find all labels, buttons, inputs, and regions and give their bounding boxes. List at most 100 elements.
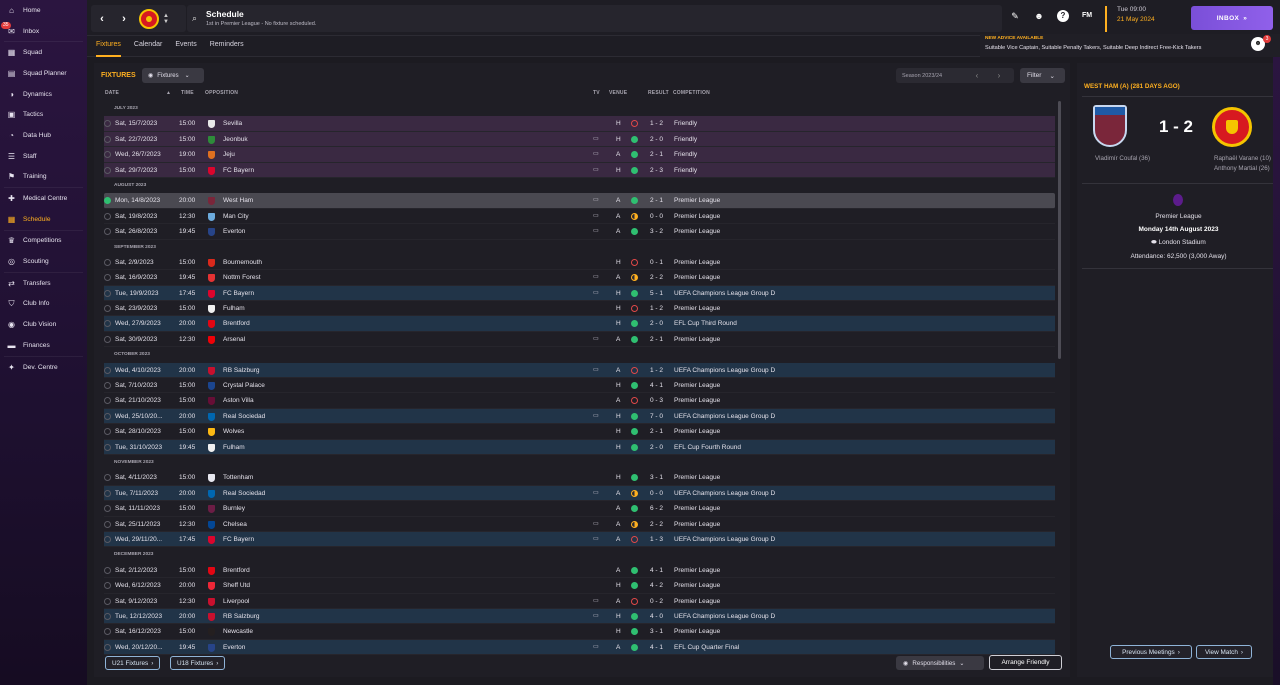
search-bar[interactable]: ⌕ Schedule 1st in Premier League - No fi…: [187, 5, 1002, 32]
opponent-crest-icon[interactable]: [208, 212, 215, 221]
sidebar-item-squad[interactable]: ▦ Squad: [0, 42, 87, 63]
fixture-result[interactable]: 4 - 1: [650, 563, 663, 578]
fixture-result[interactable]: 2 - 1: [650, 424, 663, 439]
fixture-competition[interactable]: Premier League: [674, 332, 720, 347]
fixture-opponent[interactable]: Jeonbuk: [223, 132, 248, 147]
fixture-competition[interactable]: Premier League: [674, 624, 720, 639]
arrange-friendly-button[interactable]: Arrange Friendly: [989, 655, 1062, 670]
fixture-competition[interactable]: Premier League: [674, 193, 720, 208]
sidebar-item-tactics[interactable]: ▣ Tactics: [0, 104, 87, 125]
fixture-result[interactable]: 2 - 2: [650, 270, 663, 285]
fixture-result[interactable]: 0 - 3: [650, 393, 663, 408]
row-select-indicator-icon[interactable]: [104, 489, 111, 497]
opponent-crest-icon[interactable]: [208, 489, 215, 498]
fixture-row[interactable]: Sat, 9/12/2023 12:30 Liverpool ▭ A 0 - 2 Premi…: [104, 594, 1055, 609]
fixture-result[interactable]: 2 - 0: [650, 316, 663, 331]
sidebar-item-transfers[interactable]: ⇄ Transfers: [0, 273, 87, 294]
sidebar-item-data-hub[interactable]: ◔ Data Hub: [0, 125, 87, 146]
row-select-indicator-icon[interactable]: [104, 643, 111, 651]
fixture-opponent[interactable]: FC Bayern: [223, 163, 254, 178]
fixture-competition[interactable]: Premier League: [674, 424, 720, 439]
row-select-indicator-icon[interactable]: [104, 535, 111, 543]
opponent-crest-icon[interactable]: [208, 520, 215, 529]
fixture-opponent[interactable]: Burnley: [223, 501, 245, 516]
fixture-opponent[interactable]: Newcastle: [223, 624, 253, 639]
row-select-indicator-icon[interactable]: [104, 428, 111, 436]
u21-fixtures-button[interactable]: U21 Fixtures ›: [105, 656, 161, 670]
col-competition[interactable]: COMPETITION: [673, 90, 710, 99]
opponent-crest-icon[interactable]: [208, 412, 215, 421]
opponent-crest-icon[interactable]: [208, 228, 215, 237]
opponent-crest-icon[interactable]: [208, 597, 215, 606]
fixture-result[interactable]: 4 - 2: [650, 578, 663, 593]
fixture-opponent[interactable]: Real Sociedad: [223, 409, 265, 424]
row-select-indicator-icon[interactable]: [104, 151, 111, 159]
fixture-row[interactable]: Mon, 14/8/2023 20:00 West Ham ▭ A 2 - 1 Premie…: [104, 193, 1055, 209]
fixtures-view-dropdown[interactable]: ◉ Fixtures ⌄: [142, 68, 204, 83]
fixture-row[interactable]: Wed, 27/9/2023 20:00 Brentford H 2 - 0 EFL Cu…: [104, 316, 1055, 332]
opponent-crest-icon[interactable]: [208, 535, 215, 544]
fixture-opponent[interactable]: Arsenal: [223, 332, 245, 347]
previous-meetings-button[interactable]: Previous Meetings ›: [1110, 645, 1192, 659]
row-select-indicator-icon[interactable]: [104, 366, 111, 374]
fixture-row[interactable]: Sat, 2/12/2023 15:00 Brentford A 4 - 1 Premie…: [104, 563, 1055, 579]
fixture-result[interactable]: 1 - 2: [650, 116, 663, 131]
fixture-row[interactable]: Wed, 26/7/2023 19:00 Jeju ▭ A 2 - 1 Friendly: [104, 147, 1055, 163]
fixture-row[interactable]: Sat, 11/11/2023 15:00 Burnley A 6 - 2 Premier…: [104, 501, 1055, 517]
fixture-competition[interactable]: Premier League: [674, 255, 720, 270]
fixture-row[interactable]: Tue, 7/11/2023 20:00 Real Sociedad ▭ A 0 - 0 U…: [104, 485, 1055, 502]
fixture-opponent[interactable]: Brentford: [223, 316, 250, 331]
fixture-row[interactable]: Sat, 16/9/2023 19:45 Nottm Forest ▭ A 2 - 2 Pr…: [104, 270, 1055, 286]
sort-arrow-icon[interactable]: ▲: [166, 90, 171, 99]
row-select-indicator-icon[interactable]: [104, 228, 111, 236]
opponent-crest-icon[interactable]: [208, 120, 215, 129]
row-select-indicator-icon[interactable]: [104, 520, 111, 528]
opponent-crest-icon[interactable]: [208, 612, 215, 621]
fixture-competition[interactable]: Premier League: [674, 594, 720, 609]
fixture-row[interactable]: Sat, 21/10/2023 15:00 Aston Villa A 0 - 3 Pre…: [104, 393, 1055, 409]
season-next-icon[interactable]: ›: [988, 71, 1010, 80]
opponent-crest-icon[interactable]: [208, 566, 215, 575]
fixture-opponent[interactable]: Nottm Forest: [223, 270, 261, 285]
fixture-opponent[interactable]: Chelsea: [223, 517, 247, 532]
opponent-crest-icon[interactable]: [208, 582, 215, 591]
fixture-result[interactable]: 0 - 1: [650, 255, 663, 270]
fixture-opponent[interactable]: Sevilla: [223, 116, 242, 131]
fixture-competition[interactable]: Friendly: [674, 163, 697, 178]
row-select-indicator-icon[interactable]: [104, 305, 111, 313]
opponent-crest-icon[interactable]: [208, 505, 215, 514]
fixture-opponent[interactable]: Wolves: [223, 424, 244, 439]
fixture-opponent[interactable]: Liverpool: [223, 594, 249, 609]
fixture-result[interactable]: 0 - 0: [650, 486, 663, 501]
help-icon[interactable]: ?: [1057, 10, 1069, 22]
season-selector[interactable]: Season 2023/24 ‹ ›: [896, 68, 1014, 83]
opponent-crest-icon[interactable]: [208, 474, 215, 483]
fixture-opponent[interactable]: Jeju: [223, 147, 235, 162]
fixture-row[interactable]: Tue, 31/10/2023 19:45 Fulham H 2 - 0 EFL Cup …: [104, 439, 1055, 455]
fixture-result[interactable]: 7 - 0: [650, 409, 663, 424]
fixture-competition[interactable]: UEFA Champions League Group D: [674, 532, 775, 547]
row-select-indicator-icon[interactable]: [104, 582, 111, 590]
opponent-crest-icon[interactable]: [208, 258, 215, 267]
sidebar-item-dev-centre[interactable]: ✦ Dev. Centre: [0, 357, 87, 378]
scrollbar[interactable]: [1058, 101, 1061, 359]
opponent-crest-icon[interactable]: [208, 166, 215, 175]
sidebar-item-competitions[interactable]: ♛ Competitions: [0, 231, 87, 252]
tab-fixtures[interactable]: Fixtures: [96, 36, 121, 57]
fixture-row[interactable]: Sat, 26/8/2023 19:45 Everton ▭ A 3 - 2 Premier…: [104, 224, 1055, 240]
opponent-crest-icon[interactable]: [208, 397, 215, 406]
row-select-indicator-icon[interactable]: [104, 382, 111, 390]
fixture-result[interactable]: 2 - 0: [650, 132, 663, 147]
fixture-result[interactable]: 0 - 2: [650, 594, 663, 609]
fixture-competition[interactable]: UEFA Champions League Group D: [674, 286, 775, 301]
opponent-crest-icon[interactable]: [208, 305, 215, 314]
fixture-opponent[interactable]: RB Salzburg: [223, 609, 260, 624]
fixture-opponent[interactable]: Brentford: [223, 563, 250, 578]
fixture-row[interactable]: Sat, 29/7/2023 15:00 FC Bayern ▭ H 2 - 3 Frien…: [104, 162, 1055, 178]
col-opposition[interactable]: OPPOSITION: [205, 90, 238, 99]
fixture-competition[interactable]: Premier League: [674, 517, 720, 532]
fixture-competition[interactable]: UEFA Champions League Group D: [674, 363, 775, 378]
sidebar-item-squad-planner[interactable]: ▤ Squad Planner: [0, 63, 87, 84]
fixture-competition[interactable]: EFL Cup Fourth Round: [674, 440, 741, 455]
man-utd-crest-icon[interactable]: [1212, 107, 1252, 147]
